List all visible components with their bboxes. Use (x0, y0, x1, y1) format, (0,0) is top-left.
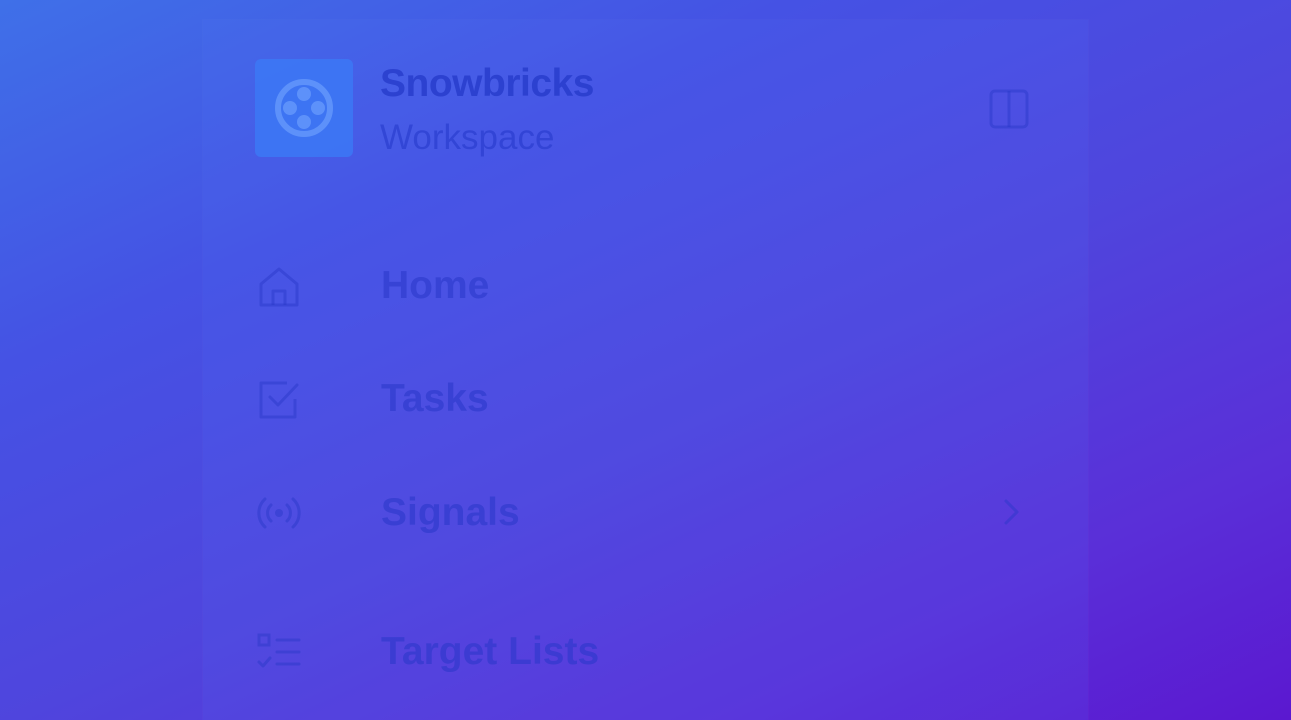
nav-label-home: Home (381, 264, 490, 307)
workspace-logo[interactable] (255, 59, 353, 157)
checkbox-icon (259, 381, 299, 419)
nav-item-signals[interactable]: Signals (255, 485, 1035, 541)
sidebar-panel: Snowbricks Workspace Home Tasks Signals (203, 20, 1088, 720)
home-icon (259, 267, 299, 307)
snowflake-logo-icon (275, 79, 333, 137)
workspace-name: Snowbricks (380, 62, 594, 105)
sidebar-toggle-button[interactable] (988, 88, 1030, 130)
nav-item-target-lists[interactable]: Target Lists (255, 624, 1035, 680)
nav-item-tasks[interactable]: Tasks (255, 371, 1035, 427)
checklist-icon (257, 633, 301, 668)
workspace-subtitle: Workspace (380, 118, 555, 157)
nav-label-signals: Signals (381, 491, 520, 534)
sidebar-toggle-icon (989, 89, 1029, 129)
nav-item-home[interactable]: Home (255, 258, 1035, 314)
nav-label-target-lists: Target Lists (381, 630, 600, 673)
chevron-right-icon[interactable] (997, 497, 1027, 527)
nav-label-tasks: Tasks (381, 377, 489, 420)
signal-broadcast-icon (257, 497, 301, 529)
